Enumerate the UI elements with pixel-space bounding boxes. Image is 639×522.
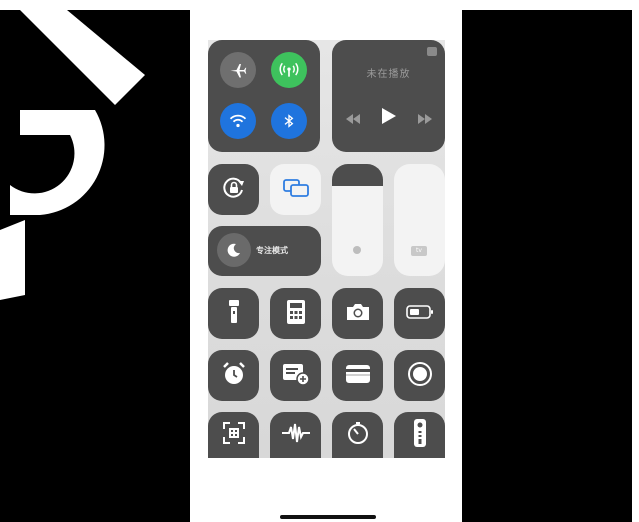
- airplane-mode-button[interactable]: [220, 52, 256, 88]
- airplay-icon[interactable]: [427, 47, 437, 56]
- screen-record-icon: [407, 361, 433, 391]
- sound-recognition-button[interactable]: [270, 412, 321, 458]
- quick-note-button[interactable]: [270, 350, 321, 401]
- background-decoration: [0, 10, 190, 522]
- cellular-icon: [279, 60, 299, 80]
- brightness-sun-icon: [353, 246, 361, 254]
- previous-track-icon[interactable]: [345, 109, 360, 128]
- focus-mode-button[interactable]: 专注模式: [208, 226, 321, 276]
- screen-mirroring-button[interactable]: [270, 164, 321, 215]
- timer-icon: [346, 421, 370, 449]
- right-white-edge: [632, 10, 639, 522]
- remote-icon: [413, 418, 427, 452]
- now-playing-title: 未在播放: [366, 69, 411, 80]
- brightness-slider-track: [332, 164, 383, 186]
- play-icon[interactable]: [381, 108, 396, 128]
- note-add-icon: [282, 362, 310, 390]
- top-white-strip: [0, 0, 639, 10]
- alarm-button[interactable]: [208, 350, 259, 401]
- camera-icon: [345, 302, 371, 326]
- battery-icon: [405, 304, 434, 323]
- low-power-mode-button[interactable]: [394, 288, 445, 339]
- timer-button[interactable]: [332, 412, 383, 458]
- camera-button[interactable]: [332, 288, 383, 339]
- brightness-slider-fill: [332, 186, 383, 276]
- home-indicator[interactable]: [280, 515, 376, 519]
- volume-slider[interactable]: tv: [394, 164, 445, 276]
- screen-recording-button[interactable]: [394, 350, 445, 401]
- calculator-button[interactable]: [270, 288, 321, 339]
- apple-tv-remote-button[interactable]: [394, 412, 445, 458]
- bluetooth-icon: [281, 112, 297, 130]
- cellular-data-button[interactable]: [271, 52, 307, 88]
- code-scanner-icon: [222, 421, 246, 449]
- right-black-panel: [462, 10, 632, 522]
- orientation-lock-button[interactable]: [208, 164, 259, 215]
- media-controls: [332, 108, 445, 128]
- airplane-icon: [229, 61, 247, 79]
- moon-icon: [217, 233, 251, 267]
- control-center: 未在播放 tv 专注模式: [208, 40, 445, 458]
- wallet-icon: [345, 364, 371, 388]
- focus-mode-label: 专注模式: [256, 246, 288, 255]
- alarm-icon: [221, 361, 247, 391]
- next-track-icon[interactable]: [417, 109, 432, 128]
- flashlight-button[interactable]: [208, 288, 259, 339]
- bluetooth-button[interactable]: [271, 103, 307, 139]
- calculator-icon: [286, 299, 305, 328]
- brightness-slider[interactable]: [332, 164, 383, 276]
- code-scanner-button[interactable]: [208, 412, 259, 458]
- appletv-icon: tv: [411, 246, 427, 256]
- phone-screen: 未在播放 tv 专注模式: [190, 10, 462, 522]
- connectivity-panel: [208, 40, 320, 152]
- wifi-icon: [229, 112, 247, 130]
- sound-recognition-icon: [281, 421, 311, 449]
- screen-mirroring-icon: [282, 178, 310, 202]
- flashlight-icon: [228, 299, 240, 328]
- now-playing-panel: 未在播放: [332, 40, 445, 152]
- wifi-button[interactable]: [220, 103, 256, 139]
- wallet-button[interactable]: [332, 350, 383, 401]
- orientation-lock-icon: [221, 175, 247, 205]
